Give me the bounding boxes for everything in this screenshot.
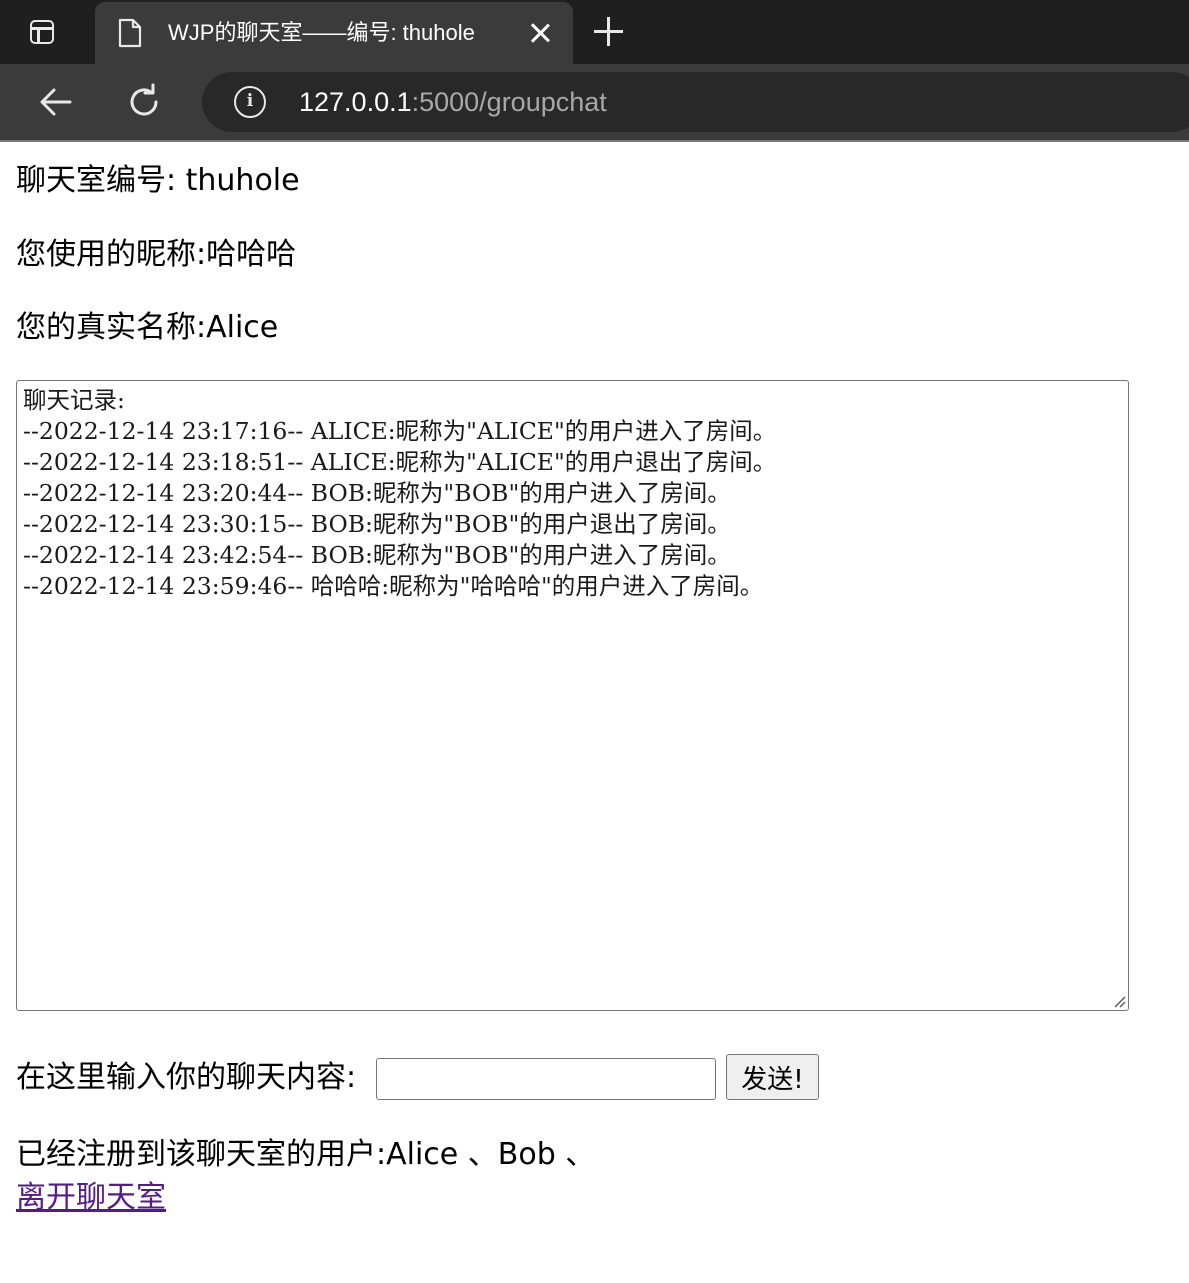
chat-log-line: 聊天记录: <box>23 386 125 414</box>
chat-log-lines: 聊天记录: --2022-12-14 23:17:16-- ALICE:昵称为"A… <box>23 385 1122 602</box>
resize-grip-icon[interactable] <box>1110 992 1126 1008</box>
chat-log-line: --2022-12-14 23:30:15-- BOB:昵称为"BOB"的用户退… <box>23 510 731 538</box>
chat-log-line: --2022-12-14 23:17:16-- ALICE:昵称为"ALICE"… <box>23 417 777 445</box>
back-arrow-icon[interactable] <box>36 82 76 122</box>
reload-icon[interactable] <box>124 82 164 122</box>
leave-chatroom-link[interactable]: 离开聊天室 <box>16 1178 166 1218</box>
tab-title: WJP的聊天室——编号: thuhole <box>168 20 475 45</box>
url-host: 127.0.0.1 <box>299 87 412 117</box>
url-text[interactable]: 127.0.0.1:5000/groupchat <box>299 85 607 119</box>
chat-log-textarea[interactable]: 聊天记录: --2022-12-14 23:17:16-- ALICE:昵称为"A… <box>16 380 1129 1011</box>
browser-toolbar: i 127.0.0.1:5000/groupchat <box>0 64 1189 142</box>
chat-log-line: --2022-12-14 23:20:44-- BOB:昵称为"BOB"的用户进… <box>23 479 731 507</box>
room-id-text: 聊天室编号: thuhole <box>16 163 300 198</box>
nickname-text: 您使用的昵称:哈哈哈 <box>16 237 297 272</box>
new-tab-icon[interactable] <box>594 17 624 47</box>
url-path: :5000/groupchat <box>411 87 607 117</box>
realname-text: 您的真实名称:Alice <box>16 310 279 345</box>
address-bar[interactable]: i 127.0.0.1:5000/groupchat <box>202 72 1189 132</box>
chat-log-line: --2022-12-14 23:42:54-- BOB:昵称为"BOB"的用户进… <box>23 541 731 569</box>
tab-actions-icon[interactable] <box>22 16 62 48</box>
message-label: 在这里输入你的聊天内容: <box>16 1060 357 1095</box>
registered-users-text: 已经注册到该聊天室的用户:Alice 、Bob 、 <box>16 1137 596 1172</box>
site-info-icon[interactable]: i <box>234 86 266 118</box>
chat-log-line: --2022-12-14 23:18:51-- ALICE:昵称为"ALICE"… <box>23 448 777 476</box>
active-tab[interactable]: WJP的聊天室——编号: thuhole <box>95 2 573 64</box>
chat-log-line: --2022-12-14 23:59:46-- 哈哈哈:昵称为"哈哈哈"的用户进… <box>23 572 764 600</box>
close-tab-icon[interactable] <box>529 22 551 44</box>
send-button[interactable]: 发送! <box>726 1054 819 1100</box>
message-input[interactable] <box>376 1058 716 1100</box>
tab-strip: WJP的聊天室——编号: thuhole <box>0 0 1189 64</box>
send-message-row: 在这里输入你的聊天内容: 发送! <box>16 1054 1176 1102</box>
page-icon <box>118 18 142 48</box>
